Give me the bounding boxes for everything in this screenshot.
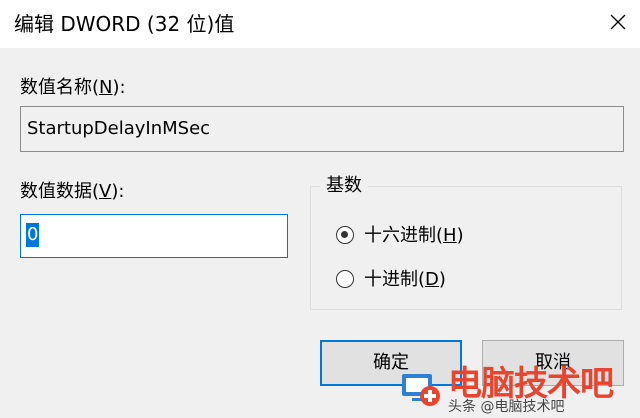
radio-hexadecimal-label: 十六进制(H)	[364, 225, 464, 246]
value-name-label: 数值名称(N):	[20, 77, 126, 98]
value-data-label: 数值数据(V):	[20, 181, 125, 202]
value-name-field[interactable]: StartupDelayInMSec	[20, 106, 624, 152]
base-groupbox	[310, 186, 622, 310]
watermark-logo-icon	[402, 374, 440, 406]
base-group-title: 基数	[320, 174, 368, 198]
radio-unchecked-icon	[336, 270, 354, 288]
close-button[interactable]	[596, 0, 640, 46]
radio-decimal-label: 十进制(D)	[364, 269, 446, 290]
value-data-input[interactable]	[20, 214, 288, 258]
title-bar: 编辑 DWORD (32 位)值	[0, 0, 640, 48]
close-icon	[610, 14, 626, 30]
radio-checked-icon	[336, 226, 354, 244]
edit-dword-dialog: 编辑 DWORD (32 位)值 数值名称(N): StartupDelayIn…	[0, 0, 640, 418]
watermark-caption: 头条 @电脑技术吧	[448, 399, 565, 415]
window-title: 编辑 DWORD (32 位)值	[14, 12, 235, 36]
value-data-selected-text: 0	[26, 223, 40, 247]
watermark: 电脑技术吧 头条 @电脑技术吧	[400, 362, 640, 418]
